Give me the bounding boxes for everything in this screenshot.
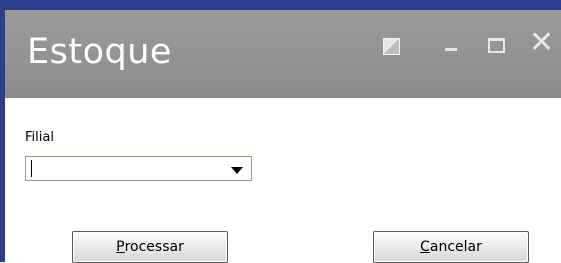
estoque-window: Estoque ✕ Filial Processar Cancelar [5,10,561,263]
filial-label: Filial [25,130,54,145]
filial-combobox[interactable] [25,156,252,181]
cancelar-label: ancelar [429,239,482,255]
cancelar-accelerator: C [420,239,430,255]
processar-label: rocessar [124,239,184,255]
processar-accelerator: P [116,239,125,255]
maximize-icon[interactable] [488,38,505,53]
window-title: Estoque [27,32,172,72]
title-bar[interactable]: Estoque ✕ [5,10,561,98]
restore-icon[interactable] [383,38,400,55]
text-caret [31,160,32,177]
processar-button[interactable]: Processar [72,231,228,263]
close-icon[interactable]: ✕ [529,28,554,58]
form-body: Filial Processar Cancelar [5,98,561,263]
chevron-down-icon[interactable] [231,167,243,174]
minimize-icon[interactable] [445,48,457,51]
cancelar-button[interactable]: Cancelar [373,231,529,263]
